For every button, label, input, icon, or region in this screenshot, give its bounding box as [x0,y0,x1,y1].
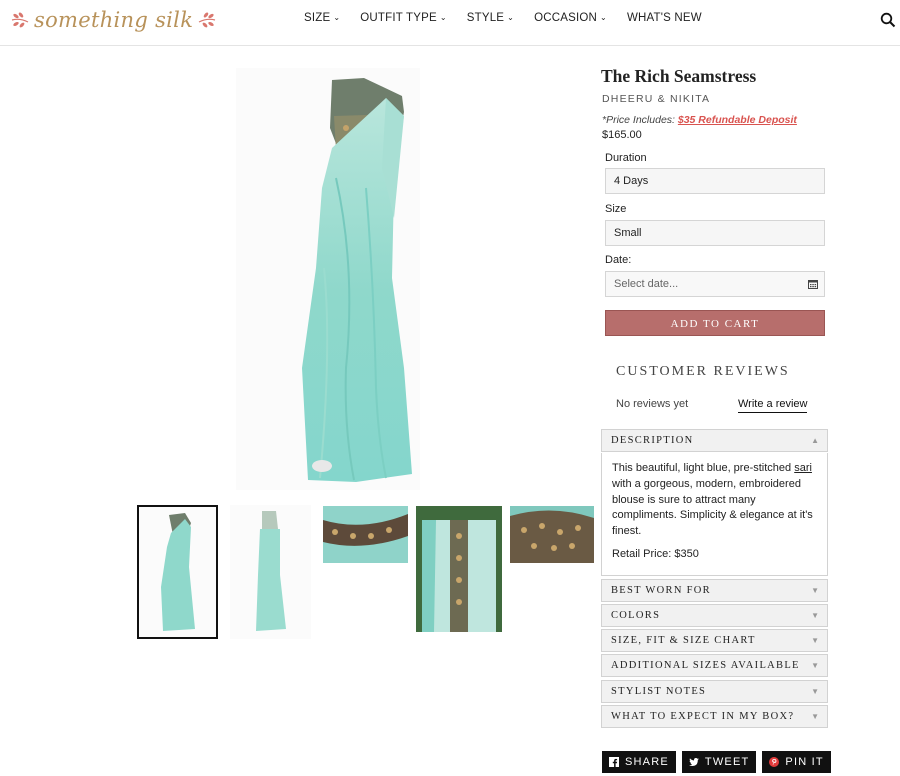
calendar-icon [808,280,818,289]
triangle-down-icon: ▼ [811,636,819,645]
price-note: *Price Includes: $35 Refundable Deposit [602,114,797,126]
accordion-colors[interactable]: COLORS ▼ [601,604,828,627]
triangle-down-icon: ▼ [811,611,819,620]
description-text: This beautiful, light blue, pre-stitched… [612,462,813,538]
price-note-prefix: *Price Includes: [602,114,678,126]
facebook-share-button[interactable]: SHARE [602,751,676,773]
accordion-size-fit[interactable]: SIZE, FIT & SIZE CHART ▼ [601,629,828,652]
chevron-down-icon: ⌄ [600,13,607,22]
pinterest-share-button[interactable]: PIN IT [762,751,831,773]
site-header: something silk SIZE ⌄ OUTFIT TYPE ⌄ STYLE ⌄… [0,0,900,46]
triangle-down-icon: ▼ [811,661,819,670]
main-nav: SIZE ⌄ OUTFIT TYPE ⌄ STYLE ⌄ OCCASION ⌄ WHAT… [304,12,722,24]
accordion-stylist-notes[interactable]: STYLIST NOTES ▼ [601,680,828,703]
sari-link[interactable]: sari [794,462,812,474]
product-main-image[interactable] [236,68,420,490]
chevron-down-icon: ⌄ [507,13,515,22]
product-vendor[interactable]: DHEERU & NIKITA [602,93,710,105]
chevron-down-icon: ⌄ [439,13,447,22]
pinterest-icon [769,757,780,767]
duration-select[interactable]: 4 Days [605,168,825,194]
accordion-additional-sizes[interactable]: ADDITIONAL SIZES AVAILABLE ▼ [601,654,828,677]
triangle-down-icon: ▼ [811,687,819,696]
triangle-up-icon: ▲ [811,436,819,445]
product-thumbnail[interactable] [230,505,311,639]
search-icon[interactable] [880,12,896,28]
accordion-best-worn-for[interactable]: BEST WORN FOR ▼ [601,579,828,602]
product-thumbnail[interactable] [137,505,218,639]
size-label: Size [605,203,627,215]
triangle-down-icon: ▼ [811,586,819,595]
nav-item-whats-new[interactable]: WHAT'S NEW [627,12,702,24]
nav-item-occasion[interactable]: OCCASION ⌄ [534,12,607,24]
accordion-description-header[interactable]: DESCRIPTION ▲ [601,429,828,452]
description-panel: This beautiful, light blue, pre-stitched… [601,453,828,576]
customer-reviews-heading: CUSTOMER REVIEWS [616,364,790,379]
retail-price: Retail Price: $350 [612,547,699,560]
add-to-cart-button[interactable]: ADD TO CART [605,310,825,336]
leaf-sprig-left-icon [11,12,29,28]
product-thumbnail[interactable] [416,506,502,632]
logo-text: something silk [34,8,194,32]
product-thumbnail[interactable] [323,506,408,563]
size-select[interactable]: Small [605,220,825,246]
product-thumbnail[interactable] [510,506,594,563]
accordion-what-to-expect[interactable]: WHAT TO EXPECT IN MY BOX? ▼ [601,705,828,728]
duration-label: Duration [605,152,647,164]
no-reviews-text: No reviews yet [616,398,689,410]
date-label: Date: [605,254,632,266]
facebook-icon [609,757,619,767]
twitter-share-button[interactable]: TWEET [681,751,757,773]
share-buttons: SHARE TWEET PIN IT [602,751,831,773]
product-title: The Rich Seamstress [601,66,757,86]
deposit-link[interactable]: $35 Refundable Deposit [678,114,797,126]
nav-item-outfit-type[interactable]: OUTFIT TYPE ⌄ [360,12,446,24]
site-logo[interactable]: something silk [10,4,217,36]
leaf-sprig-right-icon [198,12,216,28]
triangle-down-icon: ▼ [811,712,819,721]
twitter-icon [688,758,699,766]
nav-item-style[interactable]: STYLE ⌄ [467,12,514,24]
write-review-link[interactable]: Write a review [738,398,808,413]
product-price: $165.00 [602,129,642,141]
date-input[interactable]: Select date... [605,271,825,297]
chevron-down-icon: ⌄ [333,13,341,22]
nav-item-size[interactable]: SIZE ⌄ [304,12,340,24]
